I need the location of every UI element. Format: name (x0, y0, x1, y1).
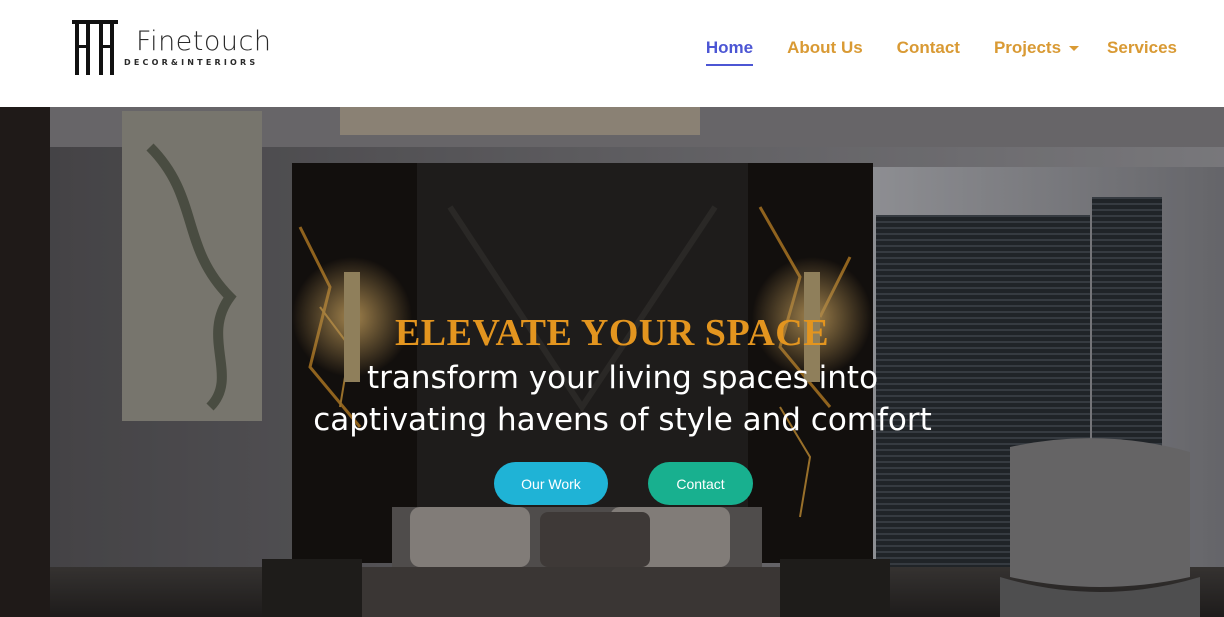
hero-contact-button[interactable]: Contact (648, 462, 753, 505)
brand-name: Finetouch (136, 26, 272, 57)
nav-projects-label: Projects (993, 38, 1062, 57)
hero-subtitle-line-1: transform your living spaces into (366, 360, 879, 396)
nav-services[interactable]: Services (1107, 38, 1177, 58)
nav-projects[interactable]: Projects (993, 38, 1080, 58)
hero-section: ELEVATE YOUR SPACE transform your living… (0, 107, 1224, 617)
brand-tagline: DECOR&INTERIORS (124, 58, 259, 67)
brand-logo[interactable]: Finetouch DECOR&INTERIORS (70, 18, 290, 78)
caret-down-icon (1069, 45, 1080, 51)
our-work-button[interactable]: Our Work (494, 462, 608, 505)
nav-about-us[interactable]: About Us (787, 38, 863, 58)
hero-title: ELEVATE YOUR SPACE (394, 312, 830, 354)
main-nav: Home About Us Contact Projects Services (672, 33, 1177, 66)
logo-mark-icon (72, 20, 118, 75)
nav-contact[interactable]: Contact (897, 38, 960, 58)
hero-subtitle-line-2: captivating havens of style and comfort (313, 402, 932, 438)
nav-home[interactable]: Home (705, 38, 754, 66)
site-header: Finetouch DECOR&INTERIORS Home About Us … (0, 0, 1224, 107)
